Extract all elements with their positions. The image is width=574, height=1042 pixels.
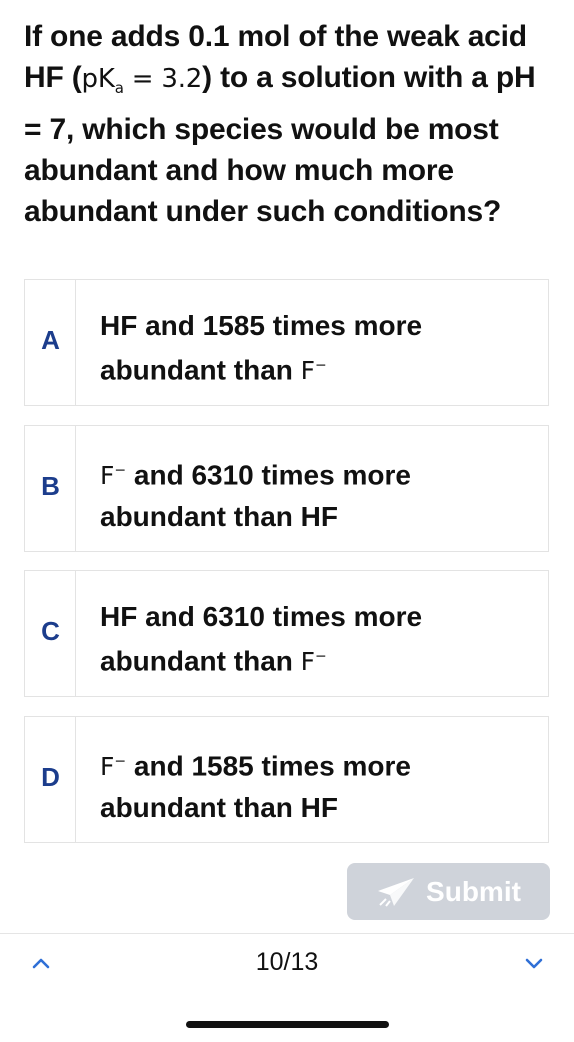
submit-button[interactable]: Submit	[347, 863, 550, 920]
option-text: F− and 1585 times more abundant than HF	[100, 750, 411, 824]
fluoride-ion: F−	[300, 647, 327, 677]
submit-label: Submit	[426, 875, 521, 907]
next-question-button[interactable]	[523, 952, 545, 974]
send-icon	[378, 877, 415, 907]
fluoride-ion: F−	[300, 356, 327, 386]
question-counter: 10/13	[255, 948, 319, 976]
answer-option-c[interactable]: C HF and 6310 times more abundant than F…	[24, 570, 549, 697]
chevron-down-icon	[525, 958, 543, 969]
option-letter: B	[41, 471, 60, 501]
fluoride-ion: F−	[100, 461, 127, 491]
pka-expression: pKa = 3.2	[81, 64, 203, 98]
answer-option-a[interactable]: A HF and 1585 times more abundant than F…	[24, 279, 549, 406]
option-letter: C	[41, 616, 60, 646]
fluoride-ion: F−	[100, 752, 127, 782]
option-text: HF and 1585 times more abundant than F−	[100, 310, 423, 386]
answer-option-d[interactable]: D F− and 1585 times more abundant than H…	[24, 716, 549, 843]
answer-option-b[interactable]: B F− and 6310 times more abundant than H…	[24, 425, 549, 552]
option-letter: A	[41, 325, 60, 355]
option-text: HF and 6310 times more abundant than F−	[100, 601, 423, 677]
home-indicator[interactable]	[186, 1021, 389, 1028]
footer-divider	[0, 933, 574, 934]
option-letter: D	[41, 762, 60, 792]
option-text: F− and 6310 times more abundant than HF	[100, 459, 411, 533]
question-text: If one adds 0.1 mol of the weak acid HF …	[24, 16, 554, 232]
